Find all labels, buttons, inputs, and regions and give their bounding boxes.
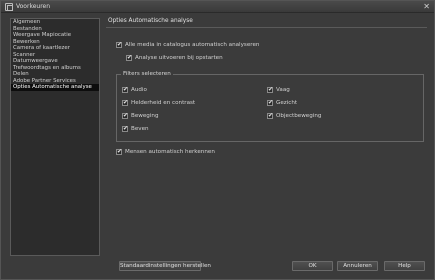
checkbox-checked-icon[interactable] <box>122 86 128 93</box>
reset-defaults-button[interactable]: Standaardinstellingen herstellen <box>119 261 211 271</box>
preferences-sidebar: Algemeen Bestanden Weergave Mapiocatie B… <box>10 18 100 256</box>
filter-blur-checkbox[interactable]: Vaag <box>267 86 290 93</box>
app-icon <box>5 3 13 11</box>
filter-shake-checkbox[interactable]: Beven <box>122 125 149 132</box>
analyze-all-label: Alle media in catalogus automatisch anal… <box>125 42 260 48</box>
checkbox-checked-icon[interactable] <box>267 112 273 119</box>
filter-face-checkbox[interactable]: Gezicht <box>267 99 298 106</box>
checkbox-checked-icon[interactable] <box>267 86 273 93</box>
filter-shake-label: Beven <box>131 126 149 132</box>
filter-blur-label: Vaag <box>276 87 290 93</box>
filter-motion-label: Beweging <box>131 113 159 119</box>
sidebar-item-automatische-analyse[interactable]: Opties Automatische analyse <box>11 84 99 91</box>
checkbox-checked-icon[interactable] <box>116 41 122 48</box>
filter-object-motion-label: Objectbeweging <box>276 113 322 119</box>
recognize-people-label: Mensen automatisch herkennen <box>125 149 215 155</box>
window-title: Voorkeuren <box>16 3 51 10</box>
filter-brightness-label: Helderheid en contrast <box>131 100 196 106</box>
filters-group: Filters selecteren <box>116 71 424 142</box>
ok-button[interactable]: OK <box>292 261 333 271</box>
filter-brightness-checkbox[interactable]: Helderheid en contrast <box>122 99 196 106</box>
filters-legend: Filters selecteren <box>121 71 173 77</box>
title-bar[interactable]: Voorkeuren ✕ <box>1 1 434 13</box>
filter-object-motion-checkbox[interactable]: Objectbeweging <box>267 112 322 119</box>
checkbox-checked-icon[interactable] <box>126 54 132 61</box>
analyze-on-start-checkbox[interactable]: Analyse uitvoeren bij opstarten <box>126 54 223 61</box>
analyze-on-start-label: Analyse uitvoeren bij opstarten <box>135 55 223 61</box>
checkbox-checked-icon[interactable] <box>122 125 128 132</box>
recognize-people-checkbox[interactable]: Mensen automatisch herkennen <box>116 148 215 155</box>
checkbox-checked-icon[interactable] <box>122 99 128 106</box>
heading-divider <box>106 27 427 28</box>
page-title: Opties Automatische analyse <box>108 18 193 24</box>
close-icon[interactable]: ✕ <box>423 2 430 11</box>
help-button[interactable]: Help <box>384 261 425 271</box>
checkbox-checked-icon[interactable] <box>267 99 273 106</box>
checkbox-checked-icon[interactable] <box>116 148 122 155</box>
preferences-window: Voorkeuren ✕ Algemeen Bestanden Weergave… <box>0 0 435 280</box>
filter-face-label: Gezicht <box>276 100 298 106</box>
filter-audio-label: Audio <box>131 87 147 93</box>
analyze-all-checkbox[interactable]: Alle media in catalogus automatisch anal… <box>116 41 260 48</box>
filter-motion-checkbox[interactable]: Beweging <box>122 112 159 119</box>
checkbox-checked-icon[interactable] <box>122 112 128 119</box>
cancel-button[interactable]: Annuleren <box>337 261 378 271</box>
filter-audio-checkbox[interactable]: Audio <box>122 86 147 93</box>
